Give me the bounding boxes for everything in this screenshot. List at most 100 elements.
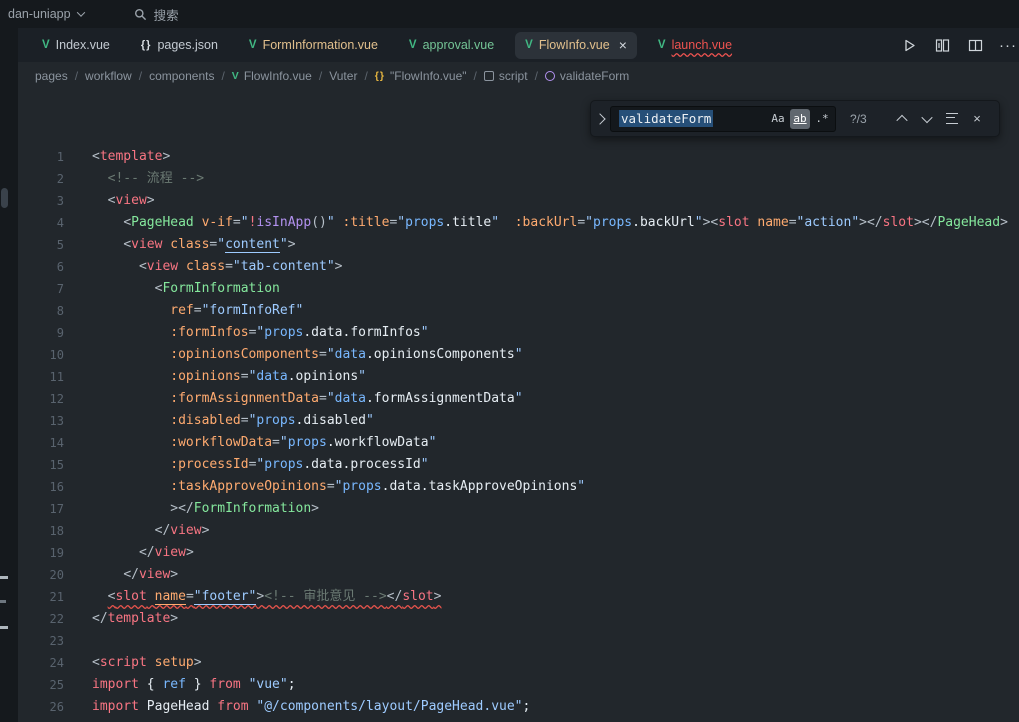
code-line[interactable]: 13 :disabled="props.disabled"	[18, 410, 1019, 432]
code-line[interactable]: 12 :formAssignmentData="data.formAssignm…	[18, 388, 1019, 410]
open-changes-icon	[935, 38, 950, 53]
breadcrumb-item[interactable]: script	[484, 69, 528, 83]
line-number: 5	[18, 234, 64, 256]
breadcrumb-separator: /	[221, 69, 224, 83]
breadcrumb-label: validateForm	[560, 69, 629, 83]
code-line[interactable]: 20 </view>	[18, 564, 1019, 586]
next-match-button[interactable]	[916, 108, 938, 130]
code-line[interactable]: 10 :opinionsComponents="data.opinionsCom…	[18, 344, 1019, 366]
code-text: :taskApproveOpinions="props.data.taskApp…	[64, 476, 585, 498]
breadcrumb-item[interactable]: workflow	[85, 69, 132, 83]
code-line[interactable]: 23	[18, 630, 1019, 652]
tab-FlowInfo.vue[interactable]: VFlowInfo.vue×	[515, 32, 637, 59]
breadcrumb-item[interactable]: pages	[35, 69, 68, 83]
code-line[interactable]: 18 </view>	[18, 520, 1019, 542]
tab-FormInformation.vue[interactable]: VFormInformation.vue	[239, 32, 388, 59]
project-menu[interactable]: dan-uniapp	[0, 0, 92, 28]
code-text: :workflowData="props.workflowData"	[64, 432, 436, 454]
code-area[interactable]: 1<template>2 <!-- 流程 -->3 <view>4 <PageH…	[18, 90, 1019, 718]
breadcrumb-item[interactable]: components	[149, 69, 214, 83]
code-line[interactable]: 21 <slot name="footer"><!-- 审批意见 --></sl…	[18, 586, 1019, 608]
line-number: 23	[18, 630, 64, 652]
breadcrumb-item[interactable]: VFlowInfo.vue	[232, 69, 312, 83]
editor-actions: ···	[900, 36, 1019, 54]
tab-label: pages.json	[157, 38, 217, 52]
find-collapse-handle[interactable]	[591, 101, 608, 136]
chevron-down-icon	[76, 8, 84, 16]
code-line[interactable]: 7 <FormInformation	[18, 278, 1019, 300]
ellipsis-icon: ···	[999, 37, 1017, 54]
chevron-down-icon	[921, 111, 932, 122]
breadcrumb-item[interactable]: {}"FlowInfo.vue"	[375, 69, 467, 83]
code-line[interactable]: 5 <view class="content">	[18, 234, 1019, 256]
open-changes-button[interactable]	[933, 36, 951, 54]
split-editor-icon	[968, 38, 983, 53]
tab-pages.json[interactable]: {}pages.json	[131, 32, 228, 59]
close-icon[interactable]: ×	[619, 38, 627, 52]
line-number: 1	[18, 146, 64, 168]
breadcrumb-separator: /	[535, 69, 538, 83]
code-line[interactable]: 4 <PageHead v-if="!isInApp()" :title="pr…	[18, 212, 1019, 234]
code-line[interactable]: 11 :opinions="data.opinions"	[18, 366, 1019, 388]
code-line[interactable]: 6 <view class="tab-content">	[18, 256, 1019, 278]
code-line[interactable]: 26import PageHead from "@/components/lay…	[18, 696, 1019, 718]
regex-toggle[interactable]: .*	[812, 109, 832, 129]
close-find-button[interactable]: ×	[966, 108, 988, 130]
code-text: </template>	[64, 608, 178, 630]
find-input[interactable]: validateForm Aa ab .*	[610, 106, 836, 132]
code-line[interactable]: 1<template>	[18, 146, 1019, 168]
line-number: 16	[18, 476, 64, 498]
breadcrumb-item[interactable]: Vuter	[329, 69, 357, 83]
line-number: 20	[18, 564, 64, 586]
tab-launch.vue[interactable]: Vlaunch.vue	[648, 32, 742, 59]
code-text: :opinionsComponents="data.opinionsCompon…	[64, 344, 523, 366]
code-line[interactable]: 3 <view>	[18, 190, 1019, 212]
code-line[interactable]: 8 ref="formInfoRef"	[18, 300, 1019, 322]
breadcrumb-separator: /	[364, 69, 367, 83]
whole-word-toggle[interactable]: ab	[790, 109, 810, 129]
code-text: </view>	[64, 564, 178, 586]
previous-match-button[interactable]	[891, 108, 913, 130]
tab-label: FormInformation.vue	[263, 38, 378, 52]
line-number: 14	[18, 432, 64, 454]
search-button[interactable]: 搜索	[126, 0, 187, 28]
search-label: 搜索	[154, 5, 179, 24]
tab-Index.vue[interactable]: VIndex.vue	[32, 32, 120, 59]
editor[interactable]: validateForm Aa ab .* ?/3 × 1<template>2…	[18, 90, 1019, 722]
line-number: 18	[18, 520, 64, 542]
find-in-selection-button[interactable]	[941, 108, 963, 130]
tab-approval.vue[interactable]: Vapproval.vue	[399, 32, 504, 59]
match-case-toggle[interactable]: Aa	[768, 109, 788, 129]
line-number: 19	[18, 542, 64, 564]
code-text: :disabled="props.disabled"	[64, 410, 374, 432]
line-number: 4	[18, 212, 64, 234]
vue-file-icon: V	[658, 39, 666, 51]
breadcrumb-item[interactable]: validateForm	[545, 69, 629, 83]
code-line[interactable]: 14 :workflowData="props.workflowData"	[18, 432, 1019, 454]
code-line[interactable]: 17 ></FormInformation>	[18, 498, 1019, 520]
code-text: </view>	[64, 520, 209, 542]
breadcrumb-separator: /	[474, 69, 477, 83]
breadcrumb-label: workflow	[85, 69, 132, 83]
code-text: import PageHead from "@/components/layou…	[64, 696, 530, 718]
more-actions-button[interactable]: ···	[999, 36, 1017, 54]
code-line[interactable]: 9 :formInfos="props.data.formInfos"	[18, 322, 1019, 344]
code-line[interactable]: 22</template>	[18, 608, 1019, 630]
breadcrumb-separator: /	[75, 69, 78, 83]
code-text: :opinions="data.opinions"	[64, 366, 366, 388]
split-editor-button[interactable]	[966, 36, 984, 54]
title-bar: dan-uniapp 搜索	[0, 0, 1019, 28]
run-button[interactable]	[900, 36, 918, 54]
line-number: 21	[18, 586, 64, 608]
code-line[interactable]: 16 :taskApproveOpinions="props.data.task…	[18, 476, 1019, 498]
breadcrumb-label: script	[499, 69, 528, 83]
code-line[interactable]: 2 <!-- 流程 -->	[18, 168, 1019, 190]
vue-file-icon: V	[409, 39, 417, 51]
breadcrumb-separator: /	[319, 69, 322, 83]
code-line[interactable]: 19 </view>	[18, 542, 1019, 564]
code-line[interactable]: 25import { ref } from "vue";	[18, 674, 1019, 696]
line-number: 13	[18, 410, 64, 432]
code-line[interactable]: 24<script setup>	[18, 652, 1019, 674]
code-line[interactable]: 15 :processId="props.data.processId"	[18, 454, 1019, 476]
code-text: <slot name="footer"><!-- 审批意见 --></slot>	[64, 586, 441, 608]
